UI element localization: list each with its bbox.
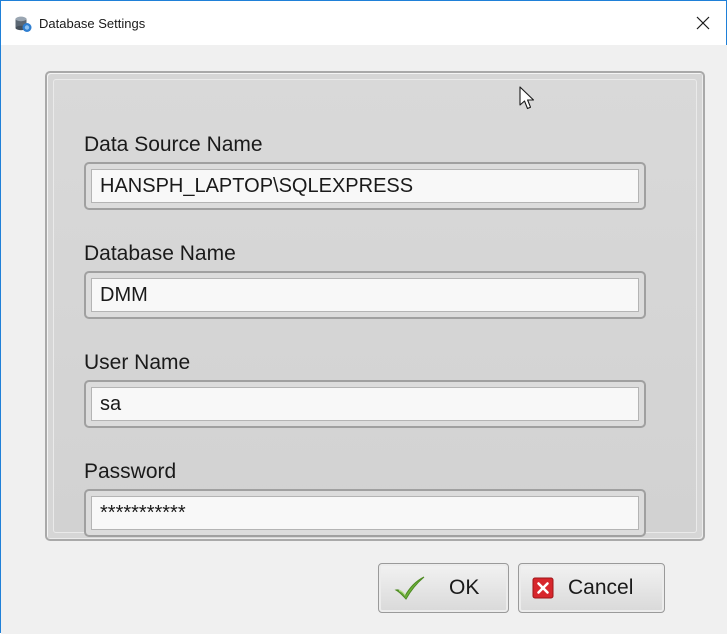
checkmark-icon — [394, 576, 425, 600]
window-title: Database Settings — [39, 16, 146, 31]
dialog-body: Data Source Name Database Name User Name… — [1, 45, 727, 634]
close-button[interactable] — [680, 1, 726, 45]
data-source-name-input[interactable] — [91, 169, 639, 203]
settings-group-panel: Data Source Name Database Name User Name… — [45, 71, 705, 541]
password-input[interactable] — [91, 496, 639, 530]
close-icon — [696, 16, 710, 30]
user-name-label: User Name — [84, 351, 191, 374]
database-settings-window: Database Settings Data Source Name Datab… — [0, 0, 727, 634]
ok-button-label: OK — [449, 576, 480, 599]
database-icon — [15, 16, 32, 32]
database-name-input[interactable] — [91, 278, 639, 312]
database-name-field-frame — [84, 271, 646, 319]
title-bar[interactable]: Database Settings — [1, 1, 726, 45]
cancel-button[interactable]: Cancel — [518, 563, 665, 613]
password-label: Password — [84, 460, 177, 483]
database-name-label: Database Name — [84, 242, 236, 265]
user-name-field-frame — [84, 380, 646, 428]
cancel-button-label: Cancel — [568, 576, 634, 599]
password-field-frame — [84, 489, 646, 537]
ok-button[interactable]: OK — [378, 563, 509, 613]
user-name-input[interactable] — [91, 387, 639, 421]
mouse-pointer-icon — [519, 86, 535, 110]
data-source-name-field-frame — [84, 162, 646, 210]
data-source-name-label: Data Source Name — [84, 133, 263, 156]
settings-group-inner: Data Source Name Database Name User Name… — [53, 79, 697, 537]
cancel-x-icon — [532, 577, 554, 599]
